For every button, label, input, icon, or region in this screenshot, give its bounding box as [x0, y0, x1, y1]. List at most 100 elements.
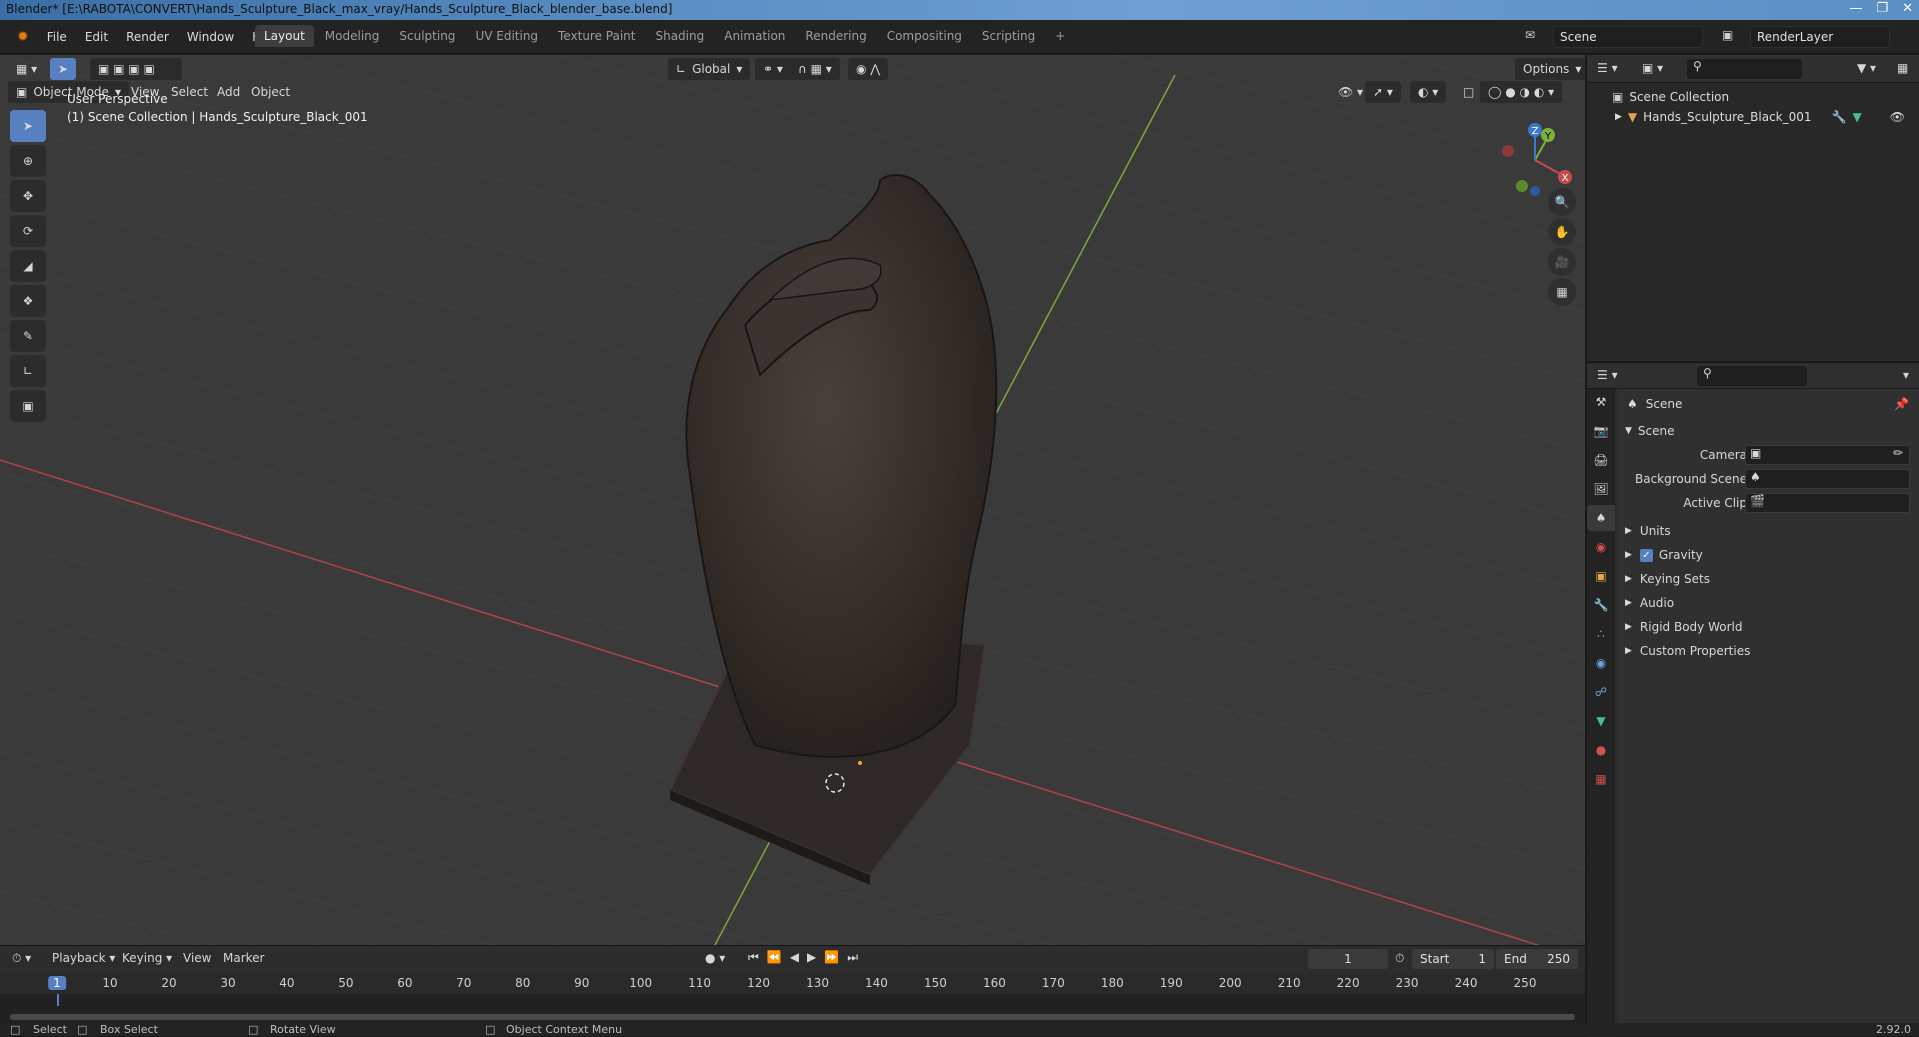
timeline-menu-keying[interactable]: Keying ▾	[122, 951, 172, 965]
tab-shading[interactable]: Shading	[646, 25, 713, 47]
object-tab-icon[interactable]: ▣	[1587, 563, 1615, 589]
visibility-eye-icon[interactable]: 👁	[1890, 110, 1905, 124]
jump-start-icon[interactable]: ⏮	[748, 950, 759, 965]
tab-layout[interactable]: Layout	[255, 25, 314, 47]
options-dropdown[interactable]: Options ▾	[1515, 58, 1585, 80]
transform-tool-icon[interactable]: ❖	[10, 285, 46, 317]
tab-scripting[interactable]: Scripting	[973, 25, 1044, 47]
move-tool-icon[interactable]: ✥	[10, 180, 46, 212]
add-cube-tool-icon[interactable]: ▣	[10, 390, 46, 422]
timeline-menu-playback[interactable]: Playback ▾	[52, 951, 115, 965]
display-mode-icon[interactable]: ▣ ▾	[1642, 61, 1663, 75]
data-tab-icon[interactable]: ▼	[1587, 708, 1615, 734]
record-icon[interactable]: ● ▾	[705, 951, 725, 965]
particles-tab-icon[interactable]: ∴	[1587, 621, 1615, 647]
stopwatch-icon[interactable]: ⏱	[1395, 951, 1404, 966]
eyedropper-icon[interactable]: ✏	[1893, 446, 1903, 460]
gizmo-toggle-icon[interactable]: ➚ ▾	[1365, 81, 1401, 103]
camera-view-icon[interactable]: 🎥	[1548, 248, 1576, 276]
menu-window[interactable]: Window	[178, 30, 243, 44]
outliner-item-row[interactable]: ▶ ▼ Hands_Sculpture_Black_001 🔧 ▼ 👁	[1587, 107, 1919, 127]
tab-texture-paint[interactable]: Texture Paint	[549, 25, 644, 47]
tab-compositing[interactable]: Compositing	[878, 25, 971, 47]
frame-ruler[interactable]: 1 10 20 30 40 50 60 70 80 90 100 110 120 130 140 150 160…	[0, 972, 1585, 994]
timeline-menu-marker[interactable]: Marker	[223, 951, 264, 965]
outliner-search-input[interactable]: ⚲	[1687, 59, 1802, 79]
restore-icon[interactable]: ❐	[1876, 1, 1888, 16]
section-custom-properties[interactable]: ▶ Custom Properties	[1617, 639, 1919, 663]
overlay-toggle-icon[interactable]: ◐ ▾	[1410, 81, 1447, 103]
pivot-point-icon[interactable]: ⚭ ▾	[755, 58, 791, 80]
zoom-icon[interactable]: 🔍	[1548, 188, 1576, 216]
timeline-menu-view[interactable]: View	[183, 951, 211, 965]
view-layer-icon[interactable]: ▣	[1722, 28, 1733, 42]
scale-tool-icon[interactable]: ◢	[10, 250, 46, 282]
close-icon[interactable]: ✕	[1902, 1, 1913, 16]
menu-render[interactable]: Render	[117, 30, 178, 44]
modifier-tab-icon[interactable]: 🔧	[1587, 592, 1615, 618]
blender-logo-icon[interactable]: ✹	[8, 29, 38, 45]
render-tab-icon[interactable]: 📷	[1587, 418, 1615, 444]
properties-editor-icon[interactable]: ☰ ▾	[1597, 368, 1618, 382]
ortho-grid-icon[interactable]: ▦	[1548, 278, 1576, 306]
current-frame-field[interactable]: 1	[1308, 949, 1388, 969]
viewport-menu-add[interactable]: Add	[217, 85, 240, 99]
properties-search-input[interactable]: ⚲	[1697, 366, 1807, 386]
menu-file[interactable]: File	[38, 30, 76, 44]
material-tab-icon[interactable]: ●	[1587, 737, 1615, 763]
viewport-menu-select[interactable]: Select	[171, 85, 208, 99]
modifier-wrench-icon[interactable]: 🔧	[1832, 110, 1847, 124]
start-frame-field[interactable]: Start 1	[1412, 949, 1494, 969]
outliner-editor-icon[interactable]: ☰ ▾	[1597, 61, 1618, 75]
select-box-tool-icon[interactable]: ➤	[10, 110, 46, 142]
3d-viewport[interactable]: ▦ ▾ ➤ ▣ ▣ ▣ ▣ ∟ Global ▾ ⚭ ▾ ∩ ▦ ▾ ◉ ⋀ O…	[0, 55, 1585, 945]
prev-keyframe-icon[interactable]: ⏪	[767, 950, 782, 965]
tool-tab-icon[interactable]: ⚒	[1587, 389, 1615, 415]
snap-icon[interactable]: ∩ ▦ ▾	[790, 58, 840, 80]
add-workspace-icon[interactable]: +	[1046, 25, 1074, 47]
minimize-icon[interactable]: —	[1849, 1, 1862, 16]
play-icon[interactable]: ▶	[807, 950, 816, 965]
end-frame-field[interactable]: End 250	[1496, 949, 1578, 969]
chevron-down-icon[interactable]: ▾	[1903, 368, 1909, 382]
new-collection-icon[interactable]: ▦	[1897, 61, 1908, 75]
next-keyframe-icon[interactable]: ⏩	[824, 950, 839, 965]
scene-name-field[interactable]: Scene	[1553, 26, 1703, 48]
section-gravity[interactable]: ▶ ✓ Gravity	[1617, 543, 1919, 567]
play-reverse-icon[interactable]: ◀	[790, 950, 799, 965]
output-tab-icon[interactable]: 🖨	[1587, 447, 1615, 473]
scene-tab-icon[interactable]: ♠	[1587, 505, 1615, 531]
timeline-scrollbar[interactable]	[10, 1014, 1575, 1020]
select-tool-icon[interactable]: ➤	[50, 58, 76, 80]
active-clip-field[interactable]: 🎬	[1745, 493, 1910, 513]
rotate-tool-icon[interactable]: ⟳	[10, 215, 46, 247]
editor-type-icon[interactable]: ▦ ▾	[8, 58, 45, 80]
pan-hand-icon[interactable]: ✋	[1548, 218, 1576, 246]
expand-arrow-icon[interactable]: ▶	[1615, 112, 1622, 122]
view-layer-field[interactable]: RenderLayer	[1750, 26, 1890, 48]
proportional-edit-icon[interactable]: ◉ ⋀	[848, 58, 889, 80]
view-layer-tab-icon[interactable]: 🖼	[1587, 476, 1615, 502]
outliner-root-row[interactable]: ▣ Scene Collection	[1587, 87, 1919, 107]
filter-icon[interactable]: ▼ ▾	[1857, 61, 1876, 75]
camera-field[interactable]: ▣ ✏	[1745, 445, 1910, 465]
section-units[interactable]: ▶ Units	[1617, 519, 1919, 543]
section-keying-sets[interactable]: ▶ Keying Sets	[1617, 567, 1919, 591]
selection-mode-icons[interactable]: ▣ ▣ ▣ ▣	[90, 58, 182, 80]
timeline-editor-icon[interactable]: ⏱ ▾	[12, 951, 31, 966]
annotate-tool-icon[interactable]: ✎	[10, 320, 46, 352]
physics-tab-icon[interactable]: ◉	[1587, 650, 1615, 676]
tab-modeling[interactable]: Modeling	[316, 25, 389, 47]
section-audio[interactable]: ▶ Audio	[1617, 591, 1919, 615]
jump-end-icon[interactable]: ⏭	[847, 950, 858, 965]
tab-rendering[interactable]: Rendering	[796, 25, 875, 47]
menu-edit[interactable]: Edit	[76, 30, 117, 44]
xray-icon[interactable]: □	[1455, 81, 1482, 103]
tab-uv-editing[interactable]: UV Editing	[466, 25, 547, 47]
transform-orientation-dropdown[interactable]: ∟ Global ▾	[668, 58, 751, 80]
background-scene-field[interactable]: ♠	[1745, 469, 1910, 489]
measure-tool-icon[interactable]: ∟	[10, 355, 46, 387]
texture-tab-icon[interactable]: ▦	[1587, 766, 1615, 792]
timeline-keyframe-area[interactable]	[0, 994, 1585, 1024]
shading-modes-icons[interactable]: ◯ ● ◑ ◐ ▾	[1480, 81, 1563, 103]
